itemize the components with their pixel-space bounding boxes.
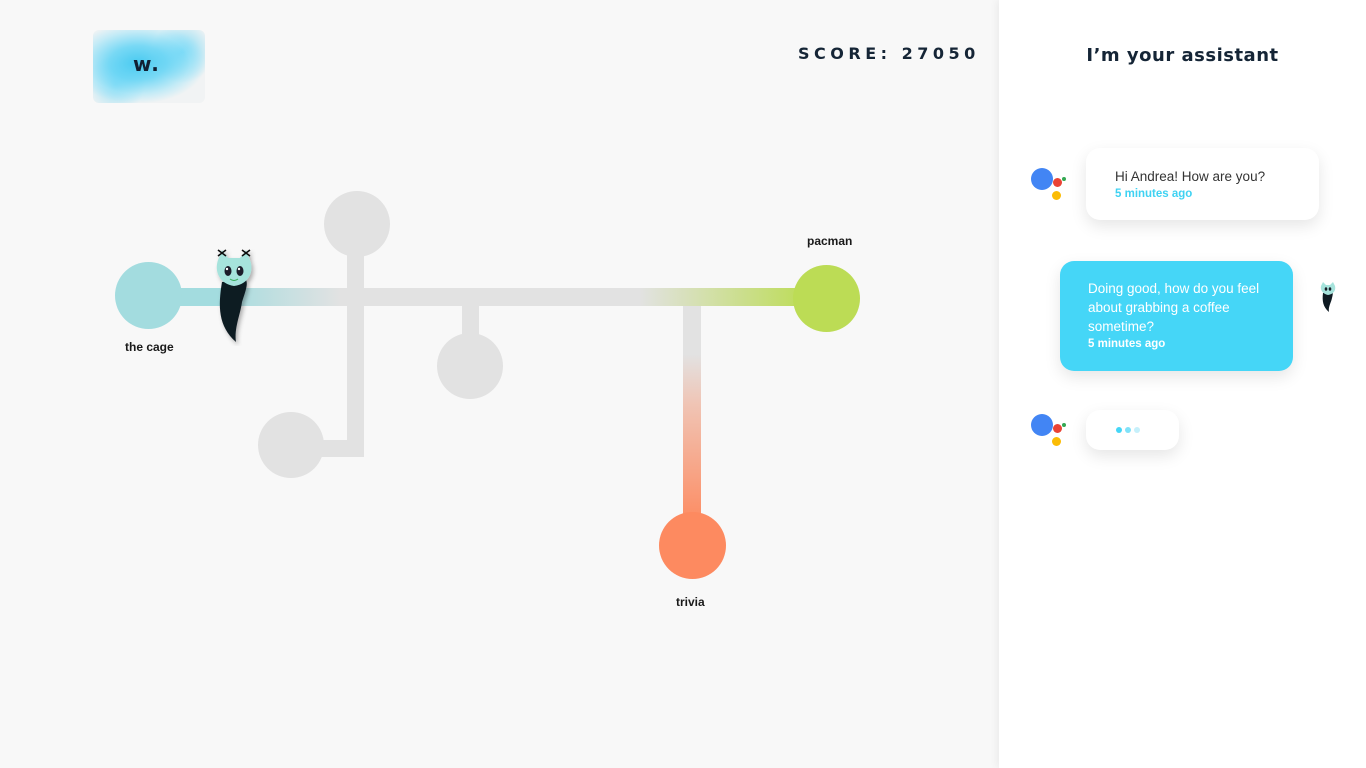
message-time: 5 minutes ago — [1115, 188, 1193, 200]
typing-dot — [1134, 427, 1140, 433]
game-area: w. SCORE: 27050 the cage pacman trivia — [0, 0, 999, 768]
map-node-bottom-left[interactable] — [258, 412, 324, 478]
user-avatar-icon — [1319, 281, 1337, 313]
google-assistant-icon — [1031, 412, 1069, 448]
message-time: 5 minutes ago — [1088, 338, 1166, 350]
message-bubble-assistant: Hi Andrea! How are you? 5 minutes ago — [1086, 148, 1319, 220]
typing-dot — [1125, 427, 1131, 433]
ga-blue-dot — [1031, 414, 1053, 436]
map-node-middle[interactable] — [437, 333, 503, 399]
map-node-trivia[interactable] — [659, 512, 726, 579]
track-branch-top — [347, 222, 364, 457]
typing-indicator-bubble — [1086, 410, 1179, 450]
typing-dot — [1116, 427, 1122, 433]
assistant-panel: I’m your assistant Hi Andrea! How are yo… — [999, 0, 1366, 768]
node-label-trivia: trivia — [676, 595, 705, 609]
google-assistant-icon — [1031, 166, 1069, 202]
map-node-pacman[interactable] — [793, 265, 860, 332]
node-label-pacman: pacman — [807, 234, 853, 248]
logo-text: w. — [133, 52, 160, 76]
message-bubble-user: Doing good, how do you feel about grabbi… — [1060, 261, 1293, 371]
cat-ghost-icon[interactable] — [212, 246, 258, 346]
ga-yellow-dot — [1052, 437, 1061, 446]
score-display: SCORE: 27050 — [798, 44, 980, 63]
ga-green-dot — [1062, 423, 1066, 427]
track-branch-trivia — [683, 306, 701, 526]
app-logo[interactable]: w. — [93, 30, 205, 103]
ga-yellow-dot — [1052, 191, 1061, 200]
message-text: Doing good, how do you feel about grabbi… — [1088, 281, 1260, 334]
ga-red-dot — [1053, 178, 1062, 187]
assistant-title: I’m your assistant — [1086, 45, 1279, 66]
message-text: Hi Andrea! How are you? — [1115, 169, 1266, 184]
map-node-top[interactable] — [324, 191, 390, 257]
ga-red-dot — [1053, 424, 1062, 433]
ga-green-dot — [1062, 177, 1066, 181]
ga-blue-dot — [1031, 168, 1053, 190]
map-node-the-cage[interactable] — [115, 262, 182, 329]
node-label-the-cage: the cage — [125, 340, 174, 354]
